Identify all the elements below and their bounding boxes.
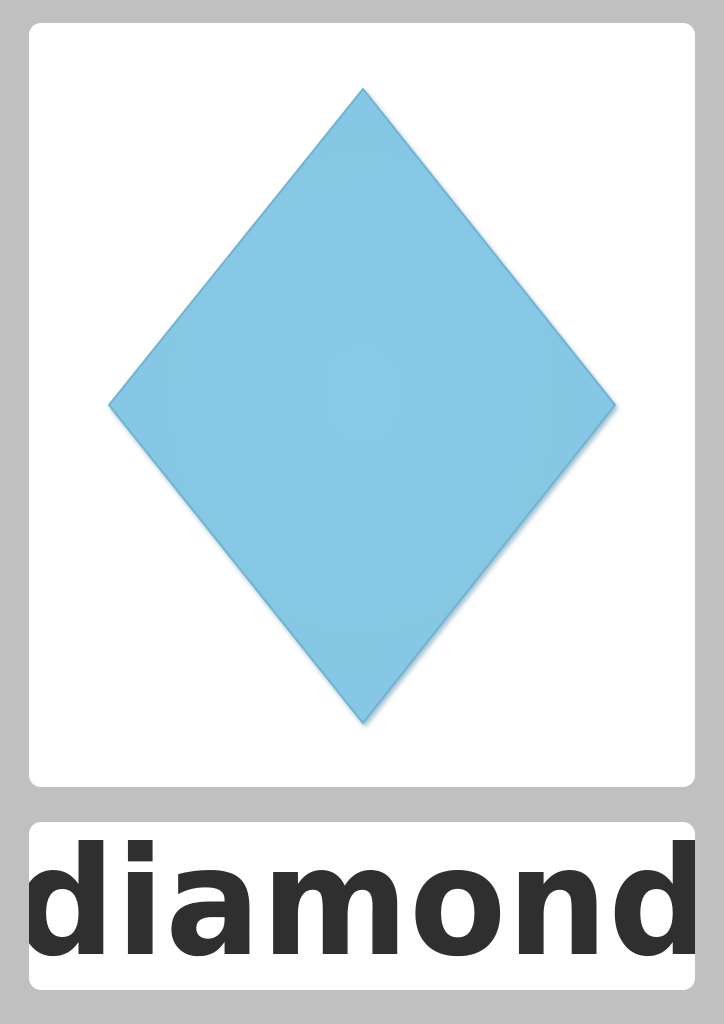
diamond-shape-icon [108,88,616,724]
label-panel: diamond [29,822,695,990]
shape-image-panel [29,23,695,787]
diamond-shape [108,88,616,724]
shape-name-label: diamond [29,822,695,990]
flashcard-page: { "card": { "shape_icon": "diamond-shape… [0,0,724,1024]
